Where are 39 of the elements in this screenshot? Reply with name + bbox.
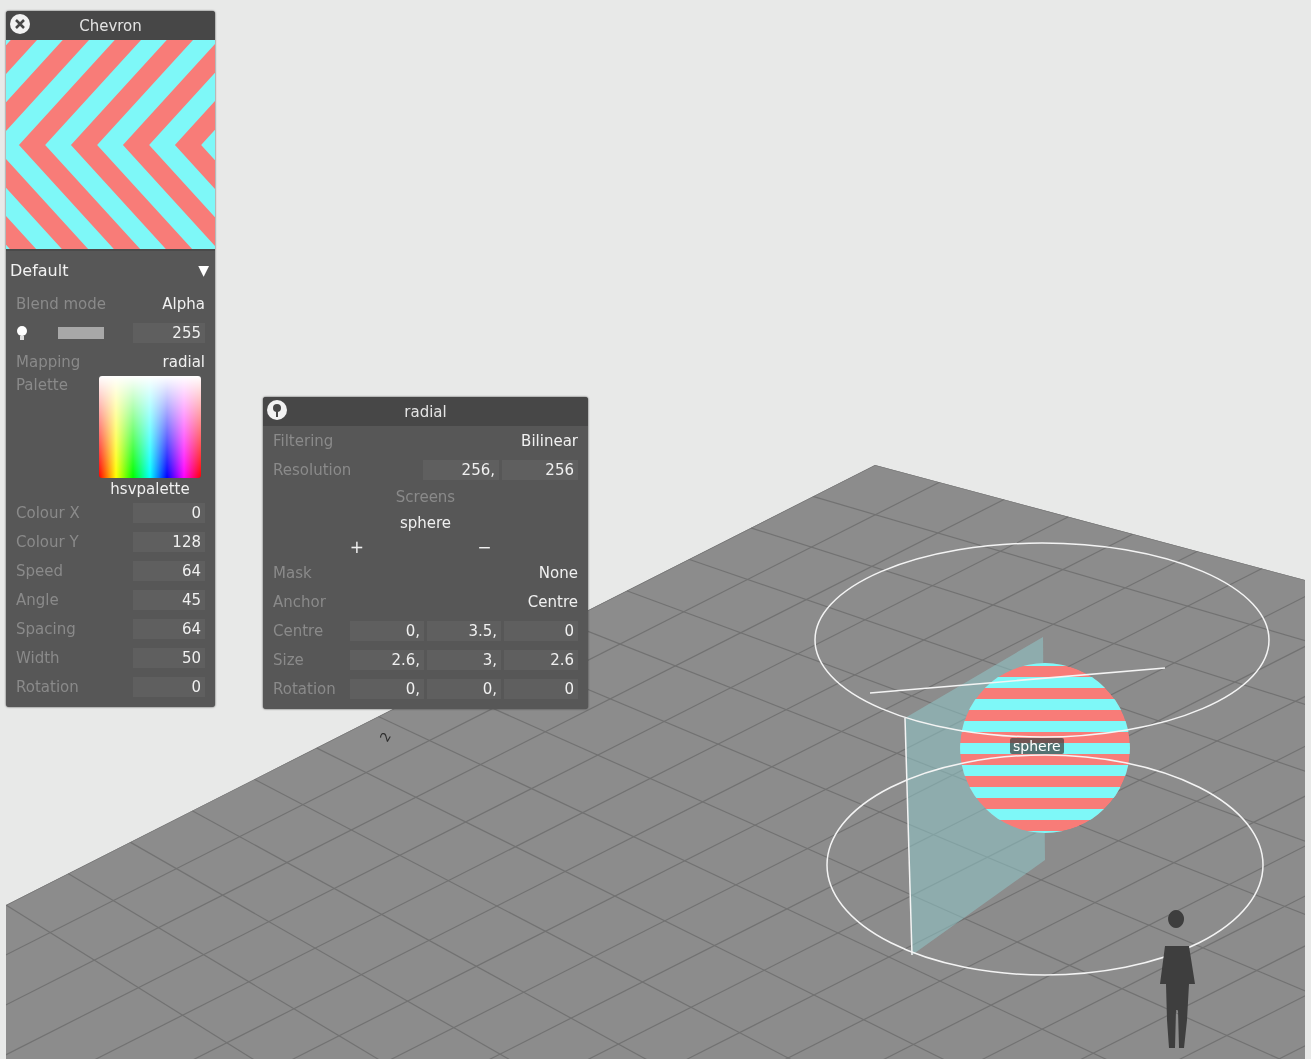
dropdown-value[interactable]: Centre [527,592,578,611]
grid-label: 2 [376,729,395,745]
light-bulb-icon [16,324,28,341]
value-field[interactable]: 45 [133,589,205,610]
value-field[interactable]: 256 [502,459,578,480]
dropdown-value[interactable]: None [538,563,578,582]
colour-swatch[interactable] [57,326,104,339]
value-field[interactable]: 2.6 [504,649,578,670]
value-field[interactable]: 3.5, [427,620,501,641]
preset-name: Default [10,260,69,280]
value-field[interactable]: 0, [350,620,424,641]
palette-name[interactable]: hsvpalette [110,480,190,498]
value-field[interactable]: 0 [133,676,205,697]
value-field[interactable]: 0, [427,678,501,699]
object-label: sphere [1010,738,1064,754]
value-field[interactable]: 0 [133,502,205,523]
panel-title: Chevron [79,16,142,35]
value-field[interactable]: 3, [427,649,501,670]
dropdown-value[interactable]: Alpha [162,294,205,313]
value-field[interactable]: 50 [133,647,205,668]
remove-button[interactable]: − [473,537,496,557]
dropdown-arrow[interactable]: ▼ [198,262,209,278]
add-button[interactable]: + [345,537,368,557]
value-field[interactable]: 0, [350,678,424,699]
value-field[interactable]: 0 [504,678,578,699]
colour-palette[interactable] [99,376,201,478]
close-icon[interactable] [9,13,31,35]
screen-item[interactable]: sphere [399,514,452,532]
value-field[interactable]: 256, [423,459,499,480]
pin-icon[interactable] [266,399,288,421]
panel-title: radial [404,402,447,421]
value-field[interactable]: 64 [133,618,205,639]
dropdown-value[interactable]: Bilinear [521,431,578,450]
value-field[interactable]: 255 [133,322,205,343]
value-field[interactable]: 128 [133,531,205,552]
value-field[interactable]: 64 [133,560,205,581]
value-field[interactable]: 2.6, [350,649,424,670]
value-field[interactable]: 0 [504,620,578,641]
dropdown-value[interactable]: radial [162,352,205,371]
